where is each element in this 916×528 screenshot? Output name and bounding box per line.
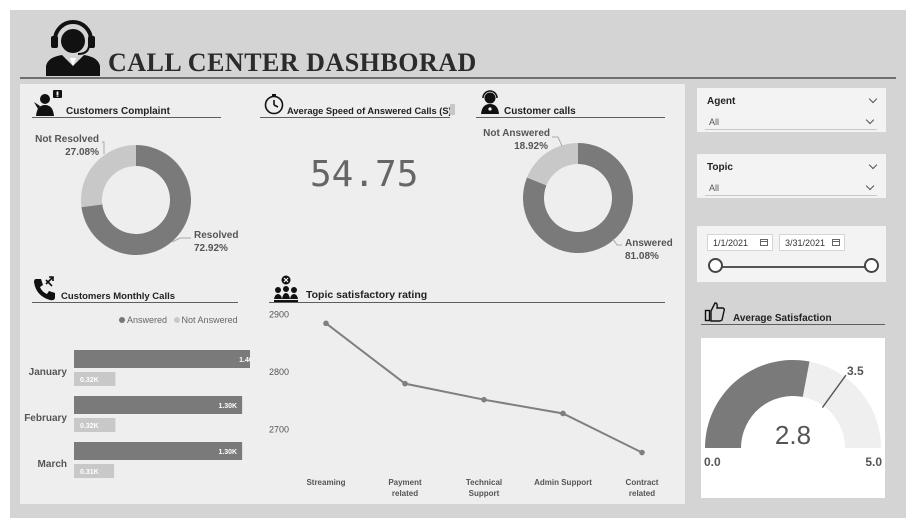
label-name-resolved: Resolved — [194, 230, 238, 241]
topic-collapse-chevron-icon[interactable] — [868, 160, 878, 170]
label-value-not-resolved: 27.08% — [65, 147, 99, 158]
topic-slicer-label: Topic — [707, 162, 733, 173]
complaint-title: Customers Complaint — [66, 106, 170, 117]
date-range-start-handle[interactable] — [708, 258, 723, 273]
x-label-0-0: Streaming — [306, 478, 345, 487]
date-range-track[interactable] — [717, 266, 872, 268]
complaint-donut-chart: Resolved 72.92% Not Resolved 27.08% — [35, 134, 238, 255]
satisfaction-gauge: 2.8 0.0 5.0 3.5 — [704, 360, 882, 469]
end-date-value: 3/31/2021 — [785, 238, 826, 248]
calls-title: Customer calls — [504, 106, 576, 117]
label-name-answered: Answered — [625, 238, 673, 249]
gauge-value-label: 2.8 — [775, 420, 811, 450]
satisfaction-rule — [701, 324, 885, 325]
agent-slicer-label: Agent — [707, 96, 736, 107]
legend-answered: Answered — [119, 315, 167, 325]
speed-value: 54.75 — [310, 154, 419, 195]
topic-slicer[interactable]: Topic All — [697, 154, 886, 198]
label-value-not-answered: 18.92% — [514, 141, 548, 152]
speed-rule — [260, 117, 450, 118]
x-label-1-0: Payment — [388, 478, 422, 487]
y-tick-2800: 2800 — [269, 367, 289, 377]
legend-answered-swatch — [119, 317, 125, 323]
x-label-3-0: Admin Support — [534, 478, 592, 487]
complaint-person-icon — [34, 90, 62, 116]
agent-slicer-underline — [705, 129, 877, 130]
date-range-end-handle[interactable] — [864, 258, 879, 273]
agent-slicer[interactable]: Agent All — [697, 88, 886, 132]
x-label-4-0: Contract — [626, 478, 659, 487]
leader-answered — [612, 238, 622, 246]
page-title: CALL CENTER DASHBORAD — [108, 48, 477, 77]
x-label-2-1: Support — [469, 489, 500, 498]
topic-line-chart: 2900 2800 2700 Streaming Payment related Techn… — [269, 310, 659, 498]
y-tick-2900: 2900 — [269, 310, 289, 320]
speed-title: Average Speed of Answered Calls (S) — [287, 106, 452, 116]
legend-not-answered-swatch — [173, 317, 180, 323]
monthly-bar-chart: January 1.46K 0.32K February 1.30K 0.32K March… — [24, 350, 250, 478]
label-name-not-answered: Not Answered — [483, 128, 550, 139]
bar-answered-label-january: 1.46K — [239, 357, 250, 364]
bar-not-answered-label-march: 0.31K — [80, 469, 99, 476]
gauge-min-label: 0.0 — [704, 455, 721, 469]
end-date-input[interactable]: 3/31/2021 — [779, 234, 845, 251]
bar-answered-february — [74, 396, 243, 414]
rating-point-3 — [560, 410, 566, 417]
gauge-max-label: 5.0 — [865, 455, 882, 469]
month-label-february: February — [24, 413, 67, 424]
bar-answered-label-february: 1.30K — [218, 403, 237, 410]
title-divider — [20, 77, 896, 79]
monthly-title: Customers Monthly Calls — [61, 291, 176, 302]
bar-not-answered-label-february: 0.32K — [80, 423, 99, 430]
y-tick-2700: 2700 — [269, 425, 289, 435]
gauge-target-label: 3.5 — [847, 364, 864, 378]
agent-collapse-chevron-icon[interactable] — [868, 94, 878, 104]
start-date-value: 1/1/2021 — [713, 238, 749, 248]
monthly-rule — [32, 302, 238, 303]
label-name-not-resolved: Not Resolved — [35, 134, 99, 145]
end-calendar-icon[interactable] — [832, 239, 840, 246]
agent-slicer-value[interactable]: All — [709, 117, 719, 127]
x-label-1-1: related — [392, 489, 418, 498]
topic-dropdown-chevron-icon[interactable] — [865, 181, 875, 191]
x-label-2-0: Technical — [466, 478, 502, 487]
month-label-march: March — [38, 459, 67, 470]
x-label-4-1: related — [629, 489, 655, 498]
calls-donut-chart: Answered 81.08% Not Answered 18.92% — [483, 128, 673, 262]
satisfaction-title: Average Satisfaction — [733, 313, 832, 324]
call-agent-icon — [481, 90, 499, 114]
topic-rule — [269, 302, 665, 303]
rating-point-1 — [402, 380, 408, 387]
calls-rule — [476, 117, 665, 118]
leader-not-resolved — [102, 141, 105, 154]
rating-point-4 — [639, 449, 645, 456]
month-label-january: January — [29, 367, 68, 378]
date-slicer: 1/1/2021 3/31/2021 — [697, 226, 886, 282]
monthly-legend: Answered Not Answered — [119, 315, 238, 325]
rating-point-0 — [323, 320, 329, 327]
topic-slicer-value[interactable]: All — [709, 183, 719, 193]
bar-answered-march — [74, 442, 243, 460]
complaint-rule — [32, 117, 221, 118]
headset-agent-icon — [46, 20, 100, 76]
bar-not-answered-label-january: 0.32K — [80, 377, 99, 384]
stopwatch-icon — [264, 94, 284, 115]
topic-slicer-underline — [705, 195, 877, 196]
start-date-input[interactable]: 1/1/2021 — [707, 234, 773, 251]
bar-answered-january — [74, 350, 250, 368]
bar-answered-label-march: 1.30K — [218, 449, 237, 456]
agent-dropdown-chevron-icon[interactable] — [865, 115, 875, 125]
phone-transfer-icon — [34, 276, 55, 301]
leader-not-answered — [552, 136, 563, 147]
legend-not-answered: Not Answered — [173, 315, 238, 325]
topic-people-icon — [274, 275, 298, 302]
topic-title: Topic satisfactory rating — [306, 289, 428, 301]
label-value-resolved: 72.92% — [194, 243, 228, 254]
speed-title-marker — [450, 104, 455, 115]
thumbs-up-icon — [704, 302, 726, 322]
rating-line — [325, 322, 643, 454]
start-calendar-icon[interactable] — [760, 239, 768, 246]
label-value-answered: 81.08% — [625, 251, 659, 262]
rating-point-2 — [481, 396, 487, 403]
